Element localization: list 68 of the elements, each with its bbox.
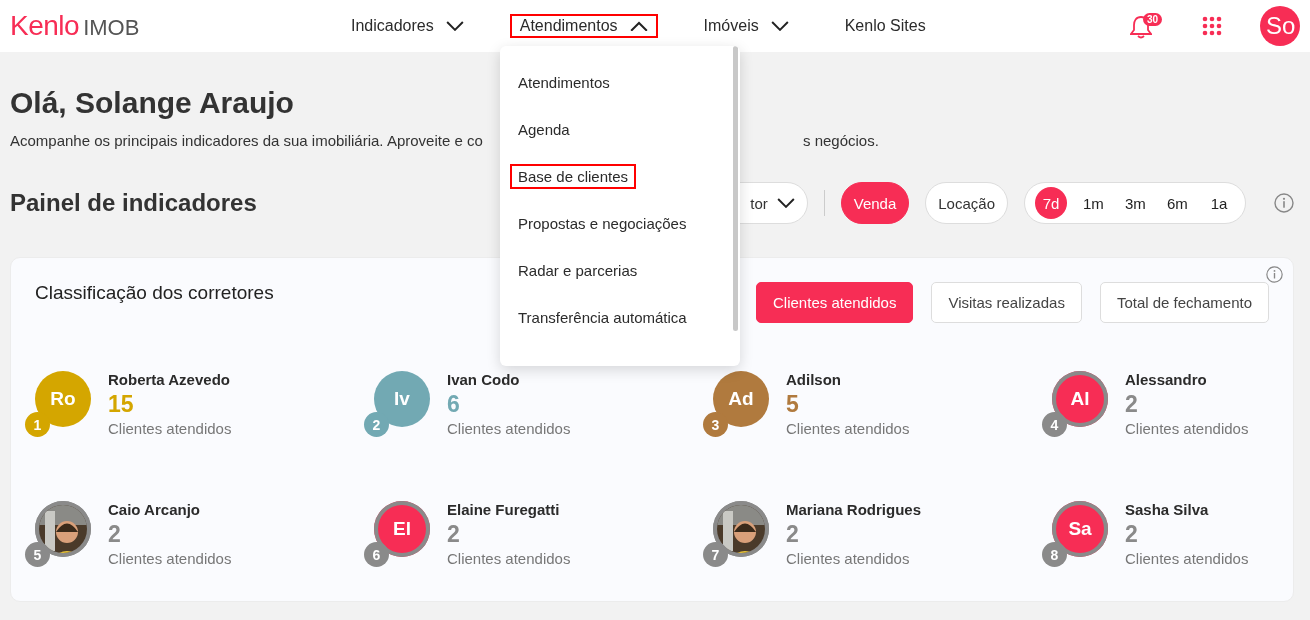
logo-brand: Kenlo bbox=[10, 10, 80, 42]
card-title: Classificação dos corretores bbox=[35, 282, 274, 304]
menu-item[interactable]: Radar e parcerias bbox=[510, 258, 646, 283]
subtitle-text: s negócios. bbox=[803, 132, 879, 149]
metric-value: 6 bbox=[447, 391, 461, 418]
metric-label: Clientes atendidos bbox=[108, 420, 232, 437]
scrollbar[interactable] bbox=[733, 46, 738, 331]
menu-item[interactable]: Base de clientes bbox=[510, 164, 637, 189]
metric-label: Clientes atendidos bbox=[1125, 550, 1249, 567]
nav-link[interactable]: Kenlo Sites bbox=[834, 14, 936, 38]
broker-name: Ivan Codo bbox=[447, 371, 521, 388]
apps-grid-icon[interactable] bbox=[1202, 16, 1222, 36]
business-toggle[interactable]: Venda bbox=[840, 182, 910, 224]
broker-name: Elaine Furegatti bbox=[447, 501, 561, 518]
metric-label: Clientes atendidos bbox=[108, 550, 232, 567]
metric-value: 5 bbox=[786, 391, 800, 418]
notification-badge: 30 bbox=[1143, 13, 1163, 26]
metric-value: 2 bbox=[1125, 521, 1139, 548]
rank-badge: 4 bbox=[1042, 412, 1067, 437]
broker-name: Sasha Silva bbox=[1125, 501, 1210, 518]
metric-value: 2 bbox=[1125, 391, 1139, 418]
broker-name: Roberta Azevedo bbox=[108, 371, 231, 388]
info-icon[interactable] bbox=[1274, 193, 1294, 213]
chevron-down-icon bbox=[445, 20, 464, 32]
metric-value: 15 bbox=[108, 391, 135, 418]
nav-menu-button[interactable]: Imóveis bbox=[693, 14, 799, 38]
metric-label: Clientes atendidos bbox=[786, 550, 911, 567]
info-icon[interactable] bbox=[1266, 266, 1283, 283]
metric-label: Clientes atendidos bbox=[447, 550, 571, 567]
metric-tab[interactable]: Clientes atendidos bbox=[756, 282, 914, 323]
menu-item[interactable]: Agenda bbox=[510, 117, 578, 142]
logo-product: IMOB bbox=[83, 15, 140, 41]
nav-menu-button[interactable]: Atendimentos bbox=[509, 14, 658, 38]
rank-badge: 8 bbox=[1042, 542, 1067, 567]
period-option[interactable]: 1m bbox=[1077, 187, 1109, 219]
metric-label: Clientes atendidos bbox=[447, 420, 571, 437]
greeting-title: Olá, Solange Araujo bbox=[10, 86, 295, 120]
rank-badge: 1 bbox=[25, 412, 50, 437]
panel-title: Painel de indicadores bbox=[10, 189, 258, 217]
broker-name: Caio Arcanjo bbox=[108, 501, 201, 518]
user-avatar[interactable]: So bbox=[1260, 6, 1300, 46]
menu-item[interactable]: Transferência automática bbox=[510, 305, 695, 330]
subtitle-text: Acompanhe os principais indicadores da sua imobiliária. Aproveite e co bbox=[10, 132, 483, 149]
metric-tab[interactable]: Visitas realizadas bbox=[931, 282, 1082, 323]
chevron-down-icon bbox=[770, 20, 789, 32]
chevron-down-icon bbox=[776, 197, 795, 209]
rank-badge: 2 bbox=[364, 412, 389, 437]
period-option[interactable]: 6m bbox=[1161, 187, 1193, 219]
metric-value: 2 bbox=[447, 521, 461, 548]
metric-value: 2 bbox=[786, 521, 800, 548]
menu-item[interactable]: Atendimentos bbox=[510, 70, 618, 95]
chevron-up-icon bbox=[629, 20, 648, 32]
broker-name: Mariana Rodrigues bbox=[786, 501, 922, 518]
period-option[interactable]: 1a bbox=[1203, 187, 1235, 219]
rank-badge: 6 bbox=[364, 542, 389, 567]
rank-badge: 3 bbox=[703, 412, 728, 437]
metric-label: Clientes atendidos bbox=[786, 420, 910, 437]
period-option[interactable]: 7d bbox=[1035, 187, 1067, 219]
metric-value: 2 bbox=[108, 521, 122, 548]
broker-name: Adilson bbox=[786, 371, 842, 388]
broker-name: Alessandro bbox=[1125, 371, 1208, 388]
business-toggle[interactable]: Locação bbox=[925, 182, 1008, 224]
metric-label: Clientes atendidos bbox=[1125, 420, 1249, 437]
rank-badge: 5 bbox=[25, 542, 50, 567]
nav-menu-button[interactable]: Indicadores bbox=[341, 14, 474, 38]
metric-tab[interactable]: Total de fechamento bbox=[1099, 282, 1269, 323]
period-option[interactable]: 3m bbox=[1119, 187, 1151, 219]
rank-badge: 7 bbox=[703, 542, 728, 567]
